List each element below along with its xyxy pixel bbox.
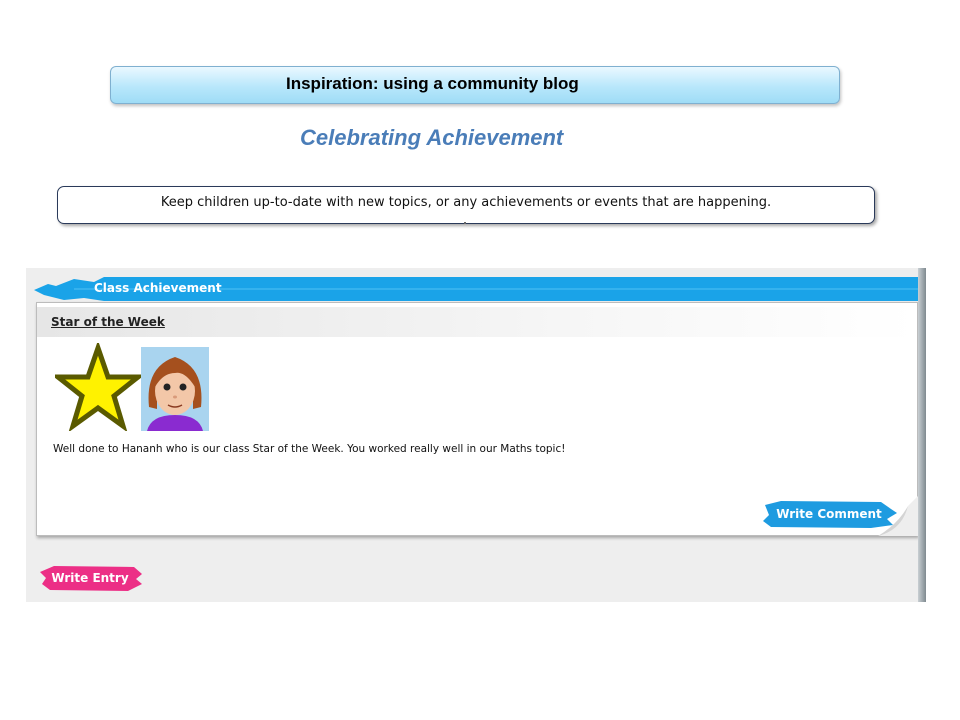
- post-title: Star of the Week: [51, 315, 165, 329]
- write-comment-button[interactable]: Write Comment: [761, 499, 897, 529]
- description-box: Keep children up-to-date with new topics…: [57, 186, 875, 224]
- slide-title-bar: Inspiration: using a community blog: [110, 66, 840, 104]
- blog-header: Class Achievement: [34, 276, 926, 302]
- scroll-edge: [918, 268, 926, 602]
- write-comment-label: Write Comment: [776, 507, 882, 521]
- student-avatar: [141, 347, 209, 431]
- write-entry-button[interactable]: Write Entry: [38, 564, 142, 592]
- blog-panel: Class Achievement Star of the Week Well …: [26, 268, 926, 602]
- post-title-bar: Star of the Week: [37, 307, 917, 337]
- blog-post-card: Star of the Week Well done to Hananh who…: [36, 302, 918, 536]
- slide-title: Inspiration: using a community blog: [286, 74, 579, 93]
- star-icon: [55, 343, 141, 431]
- page-curl-icon: [878, 496, 918, 536]
- post-body: Well done to Hananh who is our class Sta…: [53, 443, 566, 455]
- description-text: Keep children up-to-date with new topics…: [160, 195, 772, 210]
- slide-subtitle: Celebrating Achievement: [300, 125, 564, 150]
- dot-mark: [464, 222, 466, 224]
- write-entry-label: Write Entry: [51, 571, 129, 585]
- blog-header-title: Class Achievement: [94, 281, 222, 295]
